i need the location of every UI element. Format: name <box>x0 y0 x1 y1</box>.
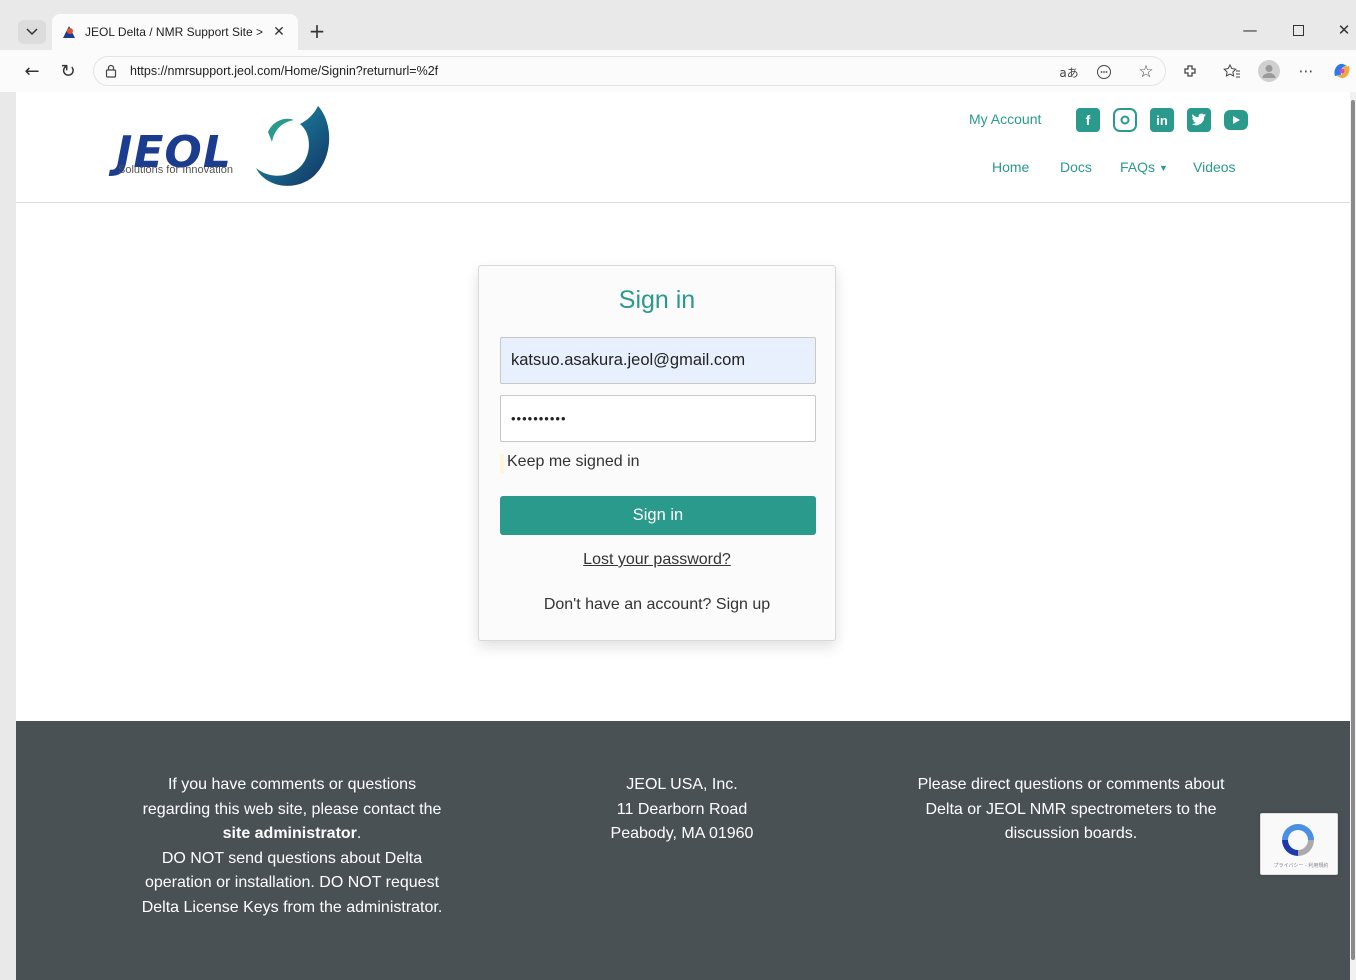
url-text: https://nmrsupport.jeol.com/Home/Signin?… <box>130 64 439 78</box>
close-window-icon[interactable]: ✕ <box>1332 18 1356 42</box>
maximize-icon[interactable] <box>1286 18 1310 42</box>
page-scrollbar[interactable] <box>1350 92 1356 980</box>
reader-icon[interactable] <box>1093 61 1115 83</box>
footer-text: regarding this web site, please contact … <box>142 800 442 818</box>
logo-swoosh-icon <box>256 106 330 186</box>
footer-city: Peabody, MA 01960 <box>610 825 754 842</box>
copilot-icon[interactable] <box>1330 59 1354 83</box>
address-bar[interactable]: https://nmrsupport.jeol.com/Home/Signin?… <box>93 56 1166 86</box>
signin-button[interactable]: Sign in <box>500 496 816 535</box>
browser-tab[interactable]: JEOL Delta / NMR Support Site > ✕ <box>52 14 298 50</box>
footer-street: 11 Dearborn Road <box>616 800 748 818</box>
minimize-icon[interactable]: — <box>1238 18 1262 42</box>
nav-faqs-label: FAQs <box>1120 159 1156 175</box>
nav-docs-link[interactable]: Docs <box>1060 159 1092 175</box>
footer-text: Please direct questions or comments abou… <box>917 776 1225 793</box>
signin-card: Sign in katsuo.asakura.jeol@gmail.com ••… <box>478 265 836 641</box>
site-header: JEOL Solutions for Innovation My Account… <box>16 92 1350 203</box>
signin-title: Sign in <box>618 286 696 314</box>
instagram-icon[interactable] <box>1113 108 1137 132</box>
logo-tagline: Solutions for Innovation <box>118 164 233 176</box>
translate-icon[interactable]: aあ <box>1058 61 1080 83</box>
recaptcha-badge[interactable]: プライバシー - 利用規約 <box>1260 813 1338 875</box>
footer-text: operation or installation. DO NOT reques… <box>144 874 440 891</box>
page-viewport: JEOL Solutions for Innovation My Account… <box>16 92 1350 980</box>
signup-link[interactable]: Don't have an account? Sign up <box>479 596 835 614</box>
nav-videos-link[interactable]: Videos <box>1193 159 1236 175</box>
caret-down-icon: ▼ <box>1159 163 1168 174</box>
footer-text: Delta License Keys from the administrato… <box>141 898 443 916</box>
browser-toolbar: ← ↻ https://nmrsupport.jeol.com/Home/Sig… <box>0 50 1356 92</box>
site-footer: If you have comments or questions regard… <box>16 721 1350 980</box>
footer-text: DO NOT send questions about Delta <box>161 849 423 867</box>
footer-address-column: JEOL USA, Inc. 11 Dearborn Road Peabody,… <box>582 773 782 847</box>
footer-discussion-column: Please direct questions or comments abou… <box>876 773 1266 847</box>
recaptcha-text[interactable]: プライバシー - 利用規約 <box>1265 862 1337 869</box>
footer-text: If you have comments or questions <box>167 776 417 793</box>
more-menu-icon[interactable]: ⋯ <box>1294 59 1318 83</box>
email-field[interactable]: katsuo.asakura.jeol@gmail.com <box>500 337 816 384</box>
tab-search-chevron-icon[interactable] <box>18 20 46 44</box>
my-account-link[interactable]: My Account <box>969 111 1041 127</box>
linkedin-icon[interactable]: in <box>1150 108 1174 132</box>
tab-close-icon[interactable]: ✕ <box>270 23 288 41</box>
tab-title: JEOL Delta / NMR Support Site > <box>85 25 263 39</box>
footer-company: JEOL USA, Inc. <box>626 776 738 793</box>
recaptcha-icon <box>1282 824 1314 856</box>
profile-avatar-icon[interactable] <box>1257 59 1281 83</box>
jeol-logo[interactable]: JEOL Solutions for Innovation <box>116 102 331 192</box>
nav-faqs-dropdown[interactable]: FAQs ▼ <box>1120 159 1168 175</box>
scrollbar-thumb[interactable] <box>1351 100 1355 960</box>
lock-icon <box>105 64 117 78</box>
footer-text: discussion boards. <box>1004 825 1138 842</box>
refresh-icon[interactable]: ↻ <box>56 59 80 83</box>
footer-text: . <box>356 825 362 842</box>
nav-home-link[interactable]: Home <box>992 159 1029 175</box>
new-tab-icon[interactable]: + <box>305 19 329 43</box>
back-icon[interactable]: ← <box>20 59 44 83</box>
browser-tabstrip: JEOL Delta / NMR Support Site > ✕ + — ✕ <box>0 0 1356 50</box>
keep-signed-in-checkbox[interactable] <box>500 454 504 474</box>
footer-text: Delta or JEOL NMR spectrometers to the <box>925 800 1217 818</box>
favorites-list-icon[interactable] <box>1220 59 1244 83</box>
password-field[interactable]: •••••••••• <box>500 395 816 442</box>
lost-password-link[interactable]: Lost your password? <box>479 551 835 569</box>
facebook-icon[interactable]: f <box>1076 108 1100 132</box>
footer-admin-line: site administrator. <box>106 822 478 847</box>
keep-signed-in-label[interactable]: Keep me signed in <box>507 453 640 471</box>
twitter-icon[interactable] <box>1187 108 1211 132</box>
jeol-favicon-icon <box>63 26 75 38</box>
extensions-icon[interactable] <box>1178 59 1202 83</box>
favorite-star-icon[interactable]: ☆ <box>1135 61 1157 83</box>
footer-contact-column: If you have comments or questions regard… <box>106 773 478 920</box>
site-administrator-link[interactable]: site administrator <box>223 825 357 842</box>
youtube-icon[interactable] <box>1224 110 1248 130</box>
